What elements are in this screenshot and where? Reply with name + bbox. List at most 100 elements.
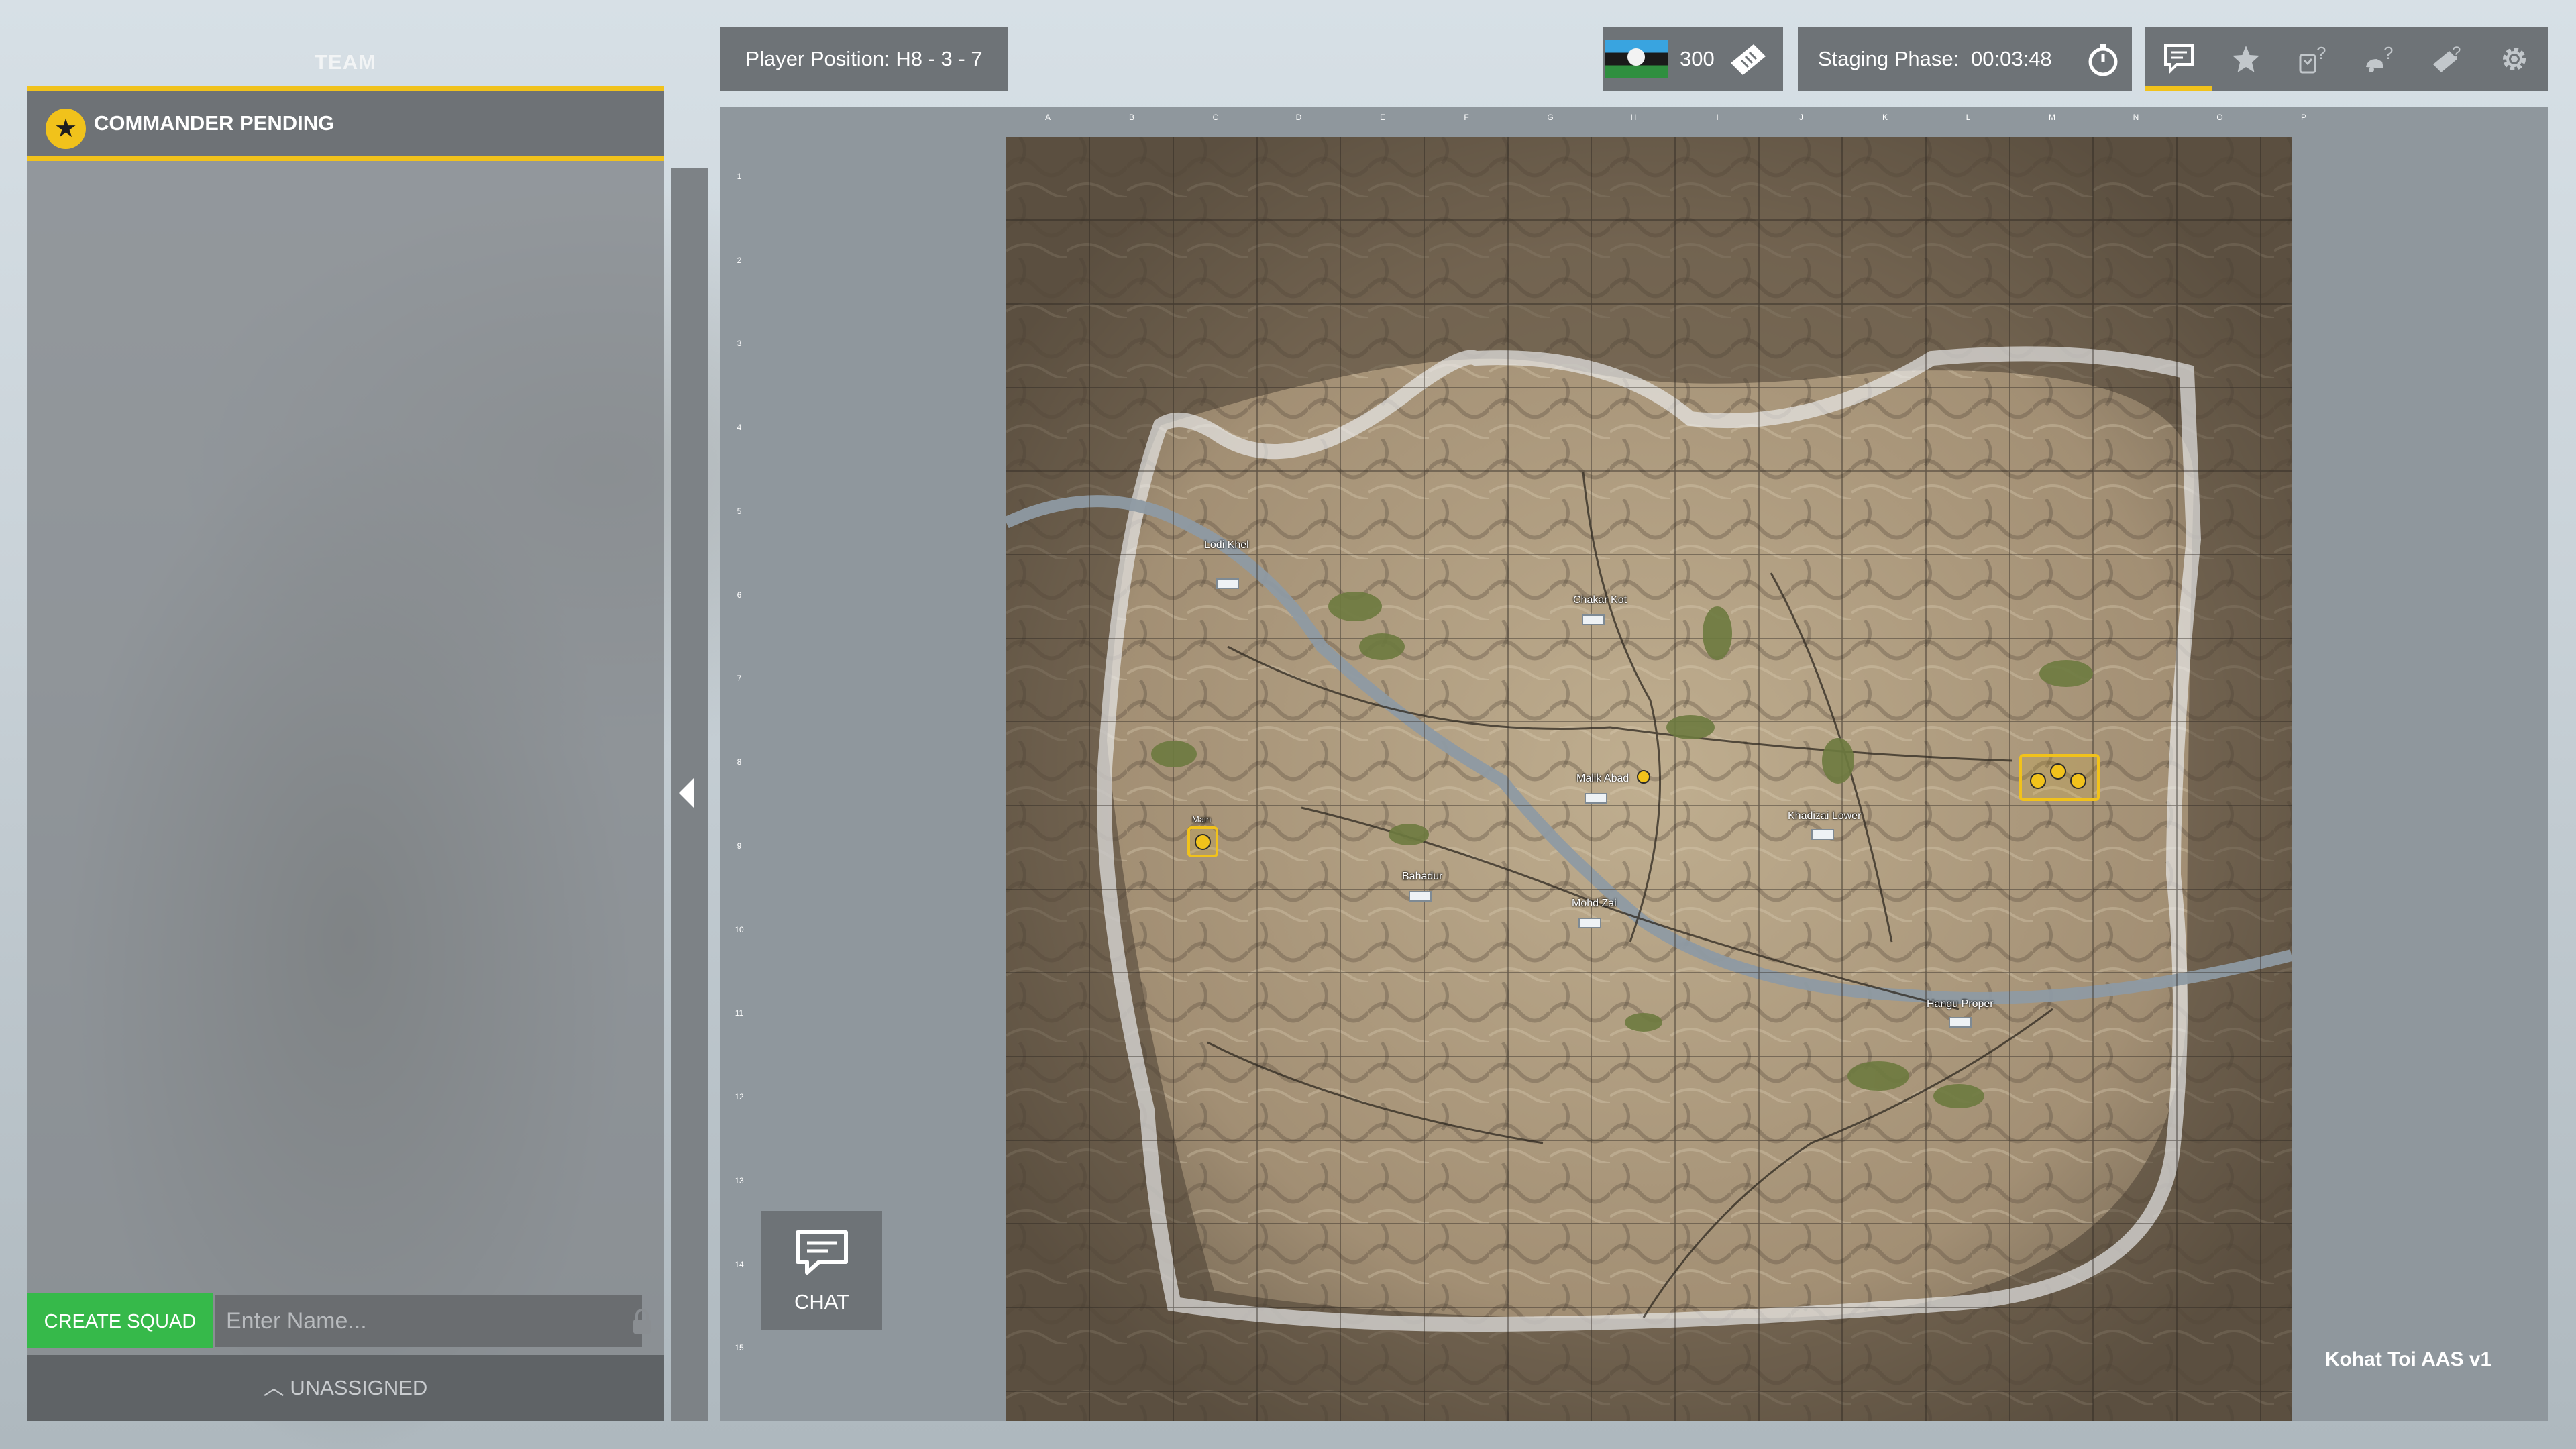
grid-row-label: 15 <box>735 1343 744 1352</box>
settings-menu-button[interactable] <box>2481 27 2548 91</box>
grid-row-label: 12 <box>735 1092 744 1102</box>
chat-menu-button[interactable] <box>2145 27 2212 91</box>
ticket-icon <box>1731 44 1766 75</box>
grid-col-label: C <box>1212 113 1219 122</box>
grid-col-label: F <box>1464 113 1469 122</box>
squad-name-input[interactable] <box>215 1295 642 1347</box>
staging-time: 00:03:48 <box>1971 47 2052 70</box>
grid-col-label: D <box>1295 113 1302 122</box>
grid-row-label: 1 <box>737 172 742 181</box>
deploy-help-icon: ? <box>2433 44 2461 72</box>
faction-flag-icon <box>1605 40 1668 78</box>
grid-column-labels: A B C D E F G H I J K L M N O P <box>1006 113 2306 129</box>
chat-icon <box>796 1230 848 1275</box>
team-panel <box>27 86 664 1421</box>
grid-col-label: M <box>2049 113 2055 122</box>
location-label: Chakar Kot <box>1573 594 1627 606</box>
grid-row-label: 2 <box>737 256 742 265</box>
unassigned-toggle[interactable]: ︿ UNASSIGNED <box>27 1355 664 1421</box>
town-marker[interactable] <box>1811 829 1834 840</box>
grid-row-label: 7 <box>737 674 742 683</box>
town-marker[interactable] <box>1585 793 1607 804</box>
town-marker[interactable] <box>1216 578 1239 589</box>
town-marker[interactable] <box>1949 1017 1972 1028</box>
commander-bar[interactable]: ★ COMMANDER PENDING <box>27 86 664 161</box>
grid-row-label: 10 <box>735 925 744 934</box>
town-marker[interactable] <box>1578 918 1601 928</box>
create-squad-row: CREATE SQUAD <box>27 1293 664 1348</box>
objective-label: Main <box>1192 814 1212 824</box>
staging-label: Staging Phase: <box>1818 47 1960 70</box>
location-label: Khadizai Lower <box>1788 810 1862 822</box>
chat-label: CHAT <box>794 1290 850 1313</box>
grid-col-label: G <box>1547 113 1554 122</box>
town-marker[interactable] <box>1582 614 1605 625</box>
ticket-counter: 300 <box>1603 27 1783 91</box>
grid-col-label: N <box>2133 113 2139 122</box>
location-label: Bahadur <box>1402 871 1443 882</box>
create-squad-button[interactable]: CREATE SQUAD <box>27 1293 213 1348</box>
player-position: Player Position: H8 - 3 - 7 <box>720 27 1008 91</box>
favorites-menu-button[interactable] <box>2212 27 2279 91</box>
radiation-icon <box>2030 773 2046 789</box>
grid-col-label: L <box>1966 113 1971 122</box>
grid-row-label: 3 <box>737 339 742 348</box>
location-label: Hangu Proper <box>1927 998 1994 1010</box>
unassigned-label: UNASSIGNED <box>290 1376 428 1399</box>
deploy-help-menu-button[interactable]: ? <box>2414 27 2481 91</box>
vehicle-help-icon: ? <box>2366 43 2393 72</box>
radiation-icon <box>2050 763 2066 780</box>
active-indicator <box>2145 86 2212 91</box>
gear-icon <box>2503 48 2526 70</box>
grid-col-label: K <box>1882 113 1888 122</box>
menu-bar: ? ? ? <box>2145 27 2548 91</box>
grid-row-label: 9 <box>737 841 742 851</box>
main-base-marker[interactable] <box>1187 826 1218 857</box>
chat-button[interactable]: CHAT <box>761 1211 882 1330</box>
grid-row-label: 13 <box>735 1176 744 1185</box>
grid-col-label: P <box>2300 113 2306 122</box>
chevron-up-icon: ︿ <box>263 1376 284 1399</box>
vehicle-help-menu-button[interactable]: ? <box>2347 27 2414 91</box>
star-icon: ★ <box>46 109 86 149</box>
svg-text:?: ? <box>2452 44 2461 62</box>
grid-col-label: A <box>1044 113 1051 122</box>
svg-text:?: ? <box>2383 43 2393 63</box>
staging-timer: Staging Phase: 00:03:48 <box>1798 27 2132 91</box>
grid-row-label: 4 <box>737 423 742 432</box>
grid-col-label: O <box>2216 113 2223 122</box>
map-name: Kohat Toi AAS v1 <box>2324 1348 2492 1371</box>
grid-row-label: 11 <box>735 1008 744 1018</box>
grid-col-label: E <box>1379 113 1385 122</box>
squad-help-menu-button[interactable]: ? <box>2279 27 2347 91</box>
ticket-count: 300 <box>1680 47 1715 70</box>
town-marker[interactable] <box>1409 891 1432 902</box>
squad-leader-help-icon: ? <box>2299 43 2326 74</box>
grid-row-label: 6 <box>737 590 742 600</box>
grid-row-label: 14 <box>735 1260 744 1269</box>
radiation-icon <box>1195 834 1211 850</box>
lock-icon[interactable] <box>631 1308 653 1335</box>
location-label: Mohd Zai <box>1572 898 1617 909</box>
radiation-icon <box>2070 773 2086 789</box>
grid-col-label: H <box>1630 113 1637 122</box>
grid-row-labels: 1 2 3 4 5 6 7 8 9 10 11 12 13 14 15 <box>731 134 747 1421</box>
flag-emblem <box>1627 48 1645 66</box>
stopwatch-icon <box>2088 44 2118 76</box>
grid-row-label: 5 <box>737 506 742 516</box>
tactical-map[interactable]: Lodi Khel Chakar Kot Malik Abad Khadizai… <box>1006 137 2292 1421</box>
star-icon <box>2233 46 2259 72</box>
grid-col-label: B <box>1128 113 1134 122</box>
grid-col-label: I <box>1716 113 1719 122</box>
grid-col-label: J <box>1799 113 1803 122</box>
location-label: Malik Abad <box>1576 773 1629 784</box>
commander-label: COMMANDER PENDING <box>94 111 335 135</box>
chat-icon <box>2164 44 2194 74</box>
location-label: Lodi Khel <box>1204 539 1249 551</box>
player-marker-icon[interactable] <box>1637 770 1650 784</box>
team-title: TEAM <box>315 50 376 74</box>
main-base-marker[interactable] <box>2019 754 2100 801</box>
grid-row-label: 8 <box>737 757 742 767</box>
chevron-left-icon[interactable] <box>679 778 694 808</box>
svg-text:?: ? <box>2316 43 2326 63</box>
